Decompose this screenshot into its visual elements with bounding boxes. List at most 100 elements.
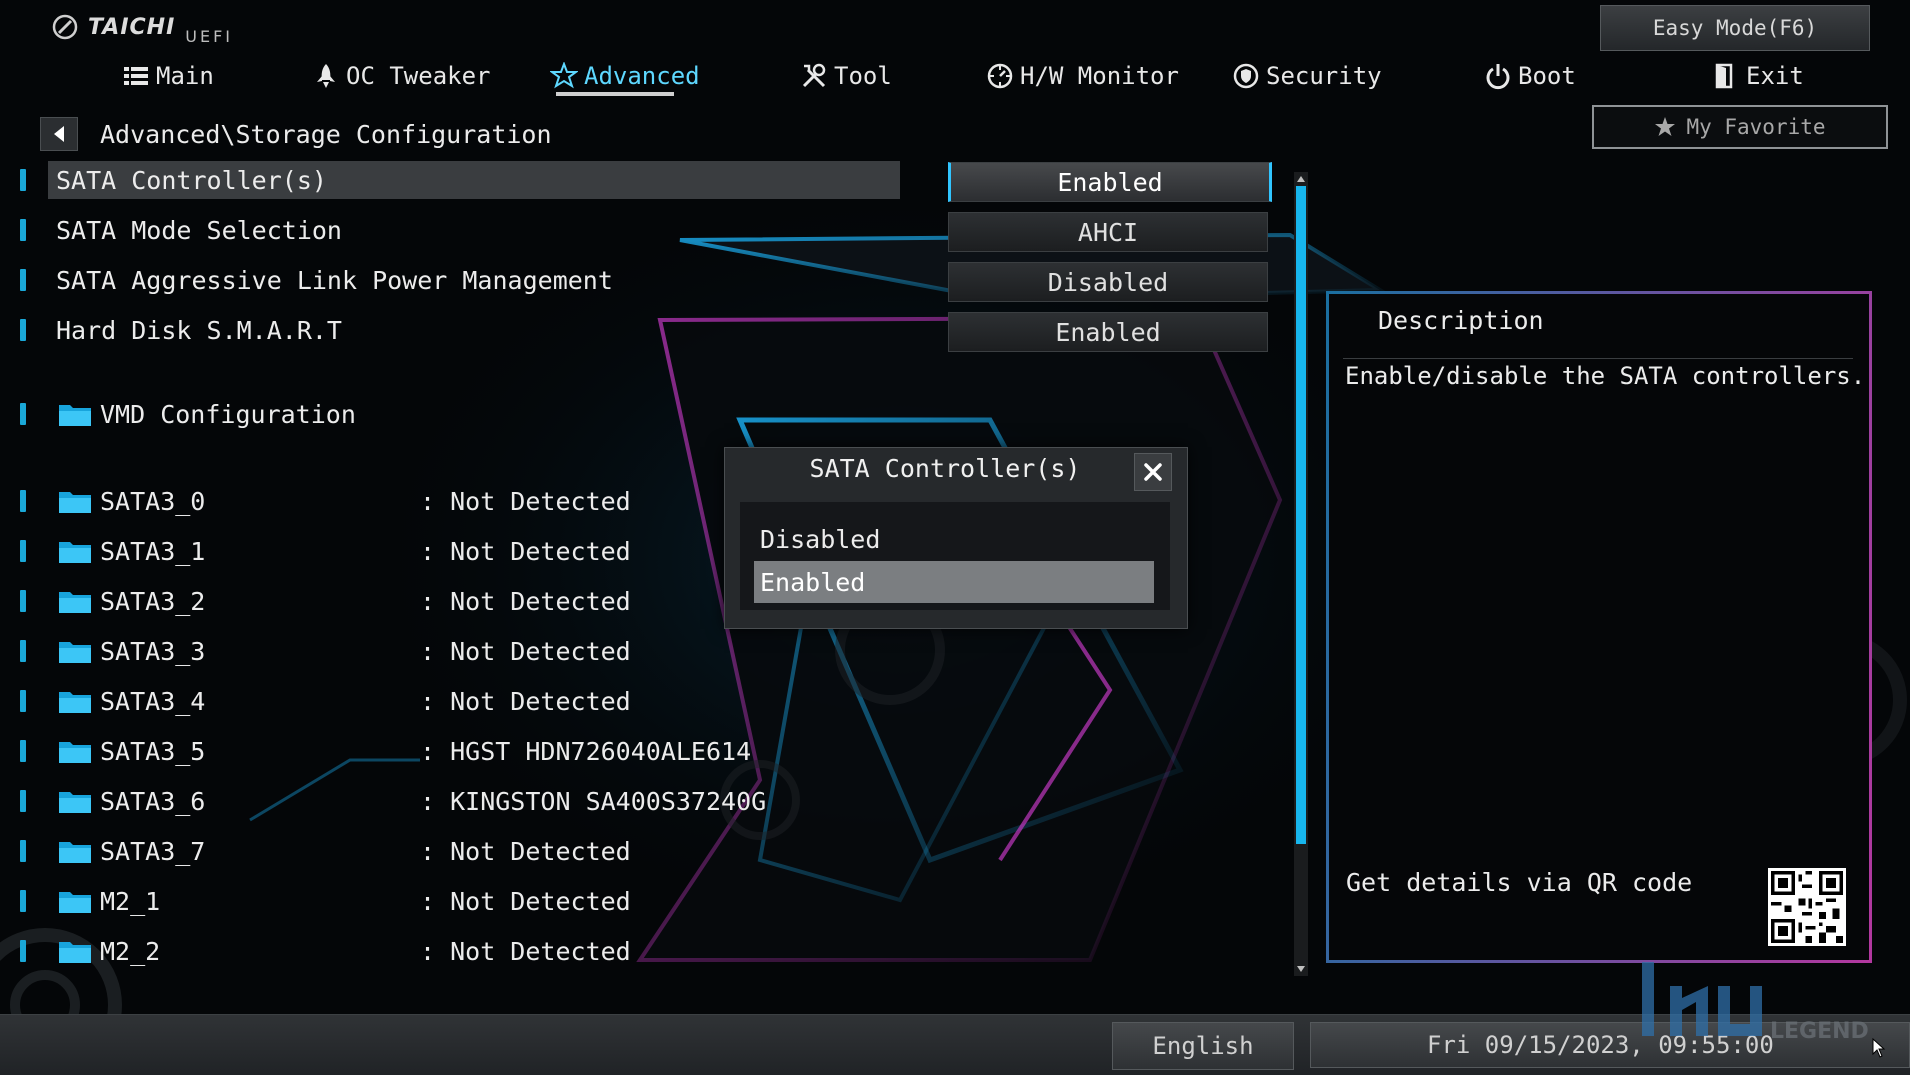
folder-icon bbox=[59, 842, 91, 863]
option-enabled[interactable]: Enabled bbox=[754, 561, 1154, 603]
port-value: : Not Detected bbox=[420, 836, 631, 866]
row-bullet bbox=[20, 690, 26, 712]
folder-icon bbox=[59, 542, 91, 563]
back-button[interactable] bbox=[40, 117, 78, 151]
qr-code-icon bbox=[1771, 871, 1843, 943]
port-value: : HGST HDN726040ALE614 bbox=[420, 736, 752, 766]
row-bullet bbox=[20, 940, 26, 962]
setting-sata-mode-selection[interactable]: SATA Mode Selection bbox=[20, 211, 900, 249]
active-tab-indicator bbox=[556, 92, 674, 96]
row-bullet bbox=[20, 840, 26, 862]
scroll-up-arrow[interactable] bbox=[1294, 172, 1308, 186]
easy-mode-button[interactable]: Easy Mode(F6) bbox=[1600, 5, 1870, 51]
port-name: M2_1 bbox=[100, 886, 161, 916]
port-row: SATA3_4 : Not Detected bbox=[20, 681, 920, 721]
my-favorite-button[interactable]: My Favorite bbox=[1592, 105, 1888, 149]
setting-hard-disk-smart[interactable]: Hard Disk S.M.A.R.T bbox=[20, 311, 900, 349]
tab-main[interactable]: Main bbox=[122, 56, 214, 96]
port-name: SATA3_5 bbox=[100, 736, 206, 766]
tab-label: Boot bbox=[1518, 62, 1576, 90]
description-title: Description bbox=[1378, 306, 1544, 335]
close-icon bbox=[1144, 463, 1162, 481]
port-value: : KINGSTON SA400S37240G bbox=[420, 786, 767, 816]
monitor-icon bbox=[987, 63, 1013, 89]
close-button[interactable] bbox=[1134, 453, 1172, 491]
chevron-left-icon bbox=[54, 126, 64, 142]
folder-icon bbox=[59, 592, 91, 613]
folder-icon bbox=[59, 692, 91, 713]
port-name: M2_2 bbox=[100, 936, 161, 966]
folder-icon bbox=[59, 405, 91, 426]
svg-text:LEGEND: LEGEND bbox=[1770, 1019, 1869, 1044]
language-button[interactable]: English bbox=[1112, 1022, 1294, 1070]
description-panel bbox=[1326, 291, 1872, 963]
brand-name: TAICHI bbox=[88, 15, 176, 40]
setting-sata-alpm[interactable]: SATA Aggressive Link Power Management bbox=[20, 261, 900, 299]
row-bullet bbox=[20, 319, 26, 341]
row-bullet bbox=[20, 490, 26, 512]
port-name: SATA3_2 bbox=[100, 586, 206, 616]
folder-icon bbox=[59, 492, 91, 513]
mouse-cursor-icon bbox=[1872, 1038, 1886, 1058]
scroll-down-arrow[interactable] bbox=[1294, 962, 1308, 976]
tab-label: Exit bbox=[1746, 62, 1804, 90]
row-bullet bbox=[20, 790, 26, 812]
port-name: SATA3_7 bbox=[100, 836, 206, 866]
power-icon bbox=[1486, 64, 1510, 90]
row-bullet bbox=[20, 169, 26, 191]
tab-label: Security bbox=[1266, 62, 1382, 90]
port-name: SATA3_0 bbox=[100, 486, 206, 516]
sata-mode-value[interactable]: AHCI bbox=[948, 212, 1268, 252]
tab-label: Main bbox=[156, 62, 214, 90]
tab-label: Tool bbox=[834, 62, 892, 90]
row-bullet bbox=[20, 219, 26, 241]
setting-sata-controllers[interactable]: SATA Controller(s) bbox=[20, 161, 900, 199]
setting-label: SATA Mode Selection bbox=[56, 215, 342, 245]
tab-security[interactable]: Security bbox=[1232, 56, 1382, 96]
port-row: SATA3_7 : Not Detected bbox=[20, 831, 920, 871]
scrollbar-thumb[interactable] bbox=[1296, 186, 1306, 844]
tab-advanced[interactable]: Advanced bbox=[550, 56, 700, 96]
tab-boot[interactable]: Boot bbox=[1484, 56, 1576, 96]
exit-icon bbox=[1715, 63, 1733, 89]
tab-label: H/W Monitor bbox=[1020, 62, 1179, 90]
setting-label: SATA Controller(s) bbox=[56, 165, 327, 195]
submenu-vmd-configuration[interactable]: VMD Configuration bbox=[20, 394, 920, 434]
caret-up-icon bbox=[1297, 176, 1305, 182]
row-bullet bbox=[20, 640, 26, 662]
port-value: : Not Detected bbox=[420, 636, 631, 666]
port-value: : Not Detected bbox=[420, 486, 631, 516]
tab-exit[interactable]: Exit bbox=[1712, 56, 1804, 96]
list-icon bbox=[124, 67, 148, 85]
tab-hw-monitor[interactable]: H/W Monitor bbox=[986, 56, 1179, 96]
sata-alpm-value[interactable]: Disabled bbox=[948, 262, 1268, 302]
dialog-title: SATA Controller(s) bbox=[809, 454, 1081, 483]
qr-code[interactable] bbox=[1768, 868, 1846, 946]
option-disabled[interactable]: Disabled bbox=[754, 518, 1154, 560]
setting-label: Hard Disk S.M.A.R.T bbox=[56, 315, 342, 345]
port-row: SATA3_5 : HGST HDN726040ALE614 bbox=[20, 731, 920, 771]
taichi-logo: TAICHI UEFI bbox=[52, 14, 233, 46]
tab-oc-tweaker[interactable]: OC Tweaker bbox=[312, 56, 491, 96]
row-bullet bbox=[20, 269, 26, 291]
port-row: M2_1 : Not Detected bbox=[20, 881, 920, 921]
shield-icon bbox=[1233, 63, 1259, 89]
star-icon bbox=[1655, 117, 1676, 136]
port-row: SATA3_6 : KINGSTON SA400S37240G bbox=[20, 781, 920, 821]
smart-value[interactable]: Enabled bbox=[948, 312, 1268, 352]
submenu-label: VMD Configuration bbox=[100, 399, 356, 429]
my-favorite-label: My Favorite bbox=[1686, 115, 1826, 139]
brand-subtitle: UEFI bbox=[185, 27, 234, 46]
folder-icon bbox=[59, 792, 91, 813]
sata-controllers-value[interactable]: Enabled bbox=[948, 162, 1272, 202]
tab-tool[interactable]: Tool bbox=[800, 56, 892, 96]
port-value: : Not Detected bbox=[420, 586, 631, 616]
tab-label: OC Tweaker bbox=[346, 62, 491, 90]
watermark-logo: LEGEND bbox=[1642, 962, 1869, 1044]
port-row: M2_2 : Not Detected bbox=[20, 931, 920, 971]
description-text: Enable/disable the SATA controllers. bbox=[1345, 362, 1866, 390]
tools-icon bbox=[802, 63, 826, 88]
setting-label: SATA Aggressive Link Power Management bbox=[56, 265, 613, 295]
port-value: : Not Detected bbox=[420, 686, 631, 716]
folder-icon bbox=[59, 642, 91, 663]
